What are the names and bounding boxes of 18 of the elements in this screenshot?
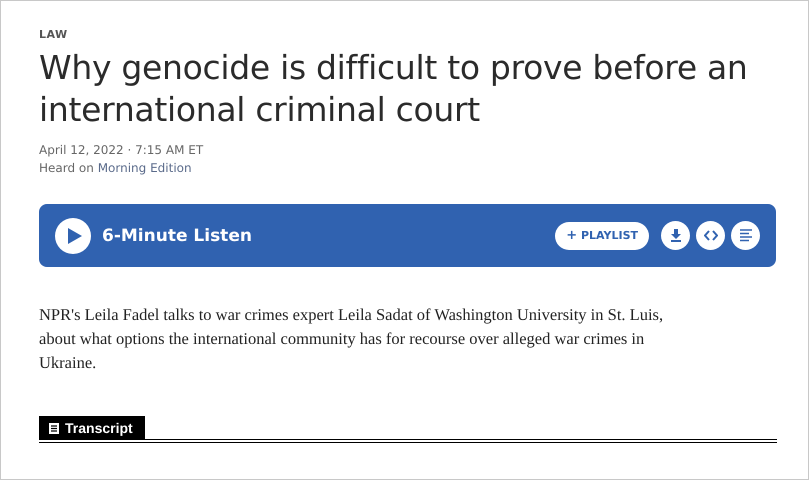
transcript-tab[interactable]: Transcript bbox=[39, 416, 145, 439]
download-button[interactable] bbox=[661, 221, 690, 250]
text-lines-icon bbox=[738, 228, 752, 243]
program-link[interactable]: Morning Edition bbox=[98, 161, 192, 175]
document-icon bbox=[49, 422, 59, 434]
dateline: April 12, 2022 · 7:15 AM ET bbox=[39, 143, 204, 157]
section-label[interactable]: LAW bbox=[39, 28, 68, 41]
transcript-button[interactable] bbox=[731, 221, 760, 250]
play-button[interactable] bbox=[55, 218, 91, 254]
embed-button[interactable] bbox=[696, 221, 725, 250]
play-icon bbox=[67, 226, 83, 244]
download-icon bbox=[668, 228, 682, 243]
code-icon bbox=[704, 228, 718, 243]
headline: Why genocide is difficult to prove before an international criminal court bbox=[39, 47, 749, 131]
heard-on-text: Heard on Morning Edition bbox=[39, 161, 192, 175]
summary-paragraph: NPR's Leila Fadel talks to war crimes expert Leila Sadat of Washington University in St. Luis, about what options the international community has for recourse over alleged war crimes in Ukraine. bbox=[39, 304, 664, 374]
listen-title: 6-Minute Listen bbox=[102, 226, 252, 246]
add-to-playlist-button[interactable]: + PLAYLIST bbox=[555, 222, 649, 250]
